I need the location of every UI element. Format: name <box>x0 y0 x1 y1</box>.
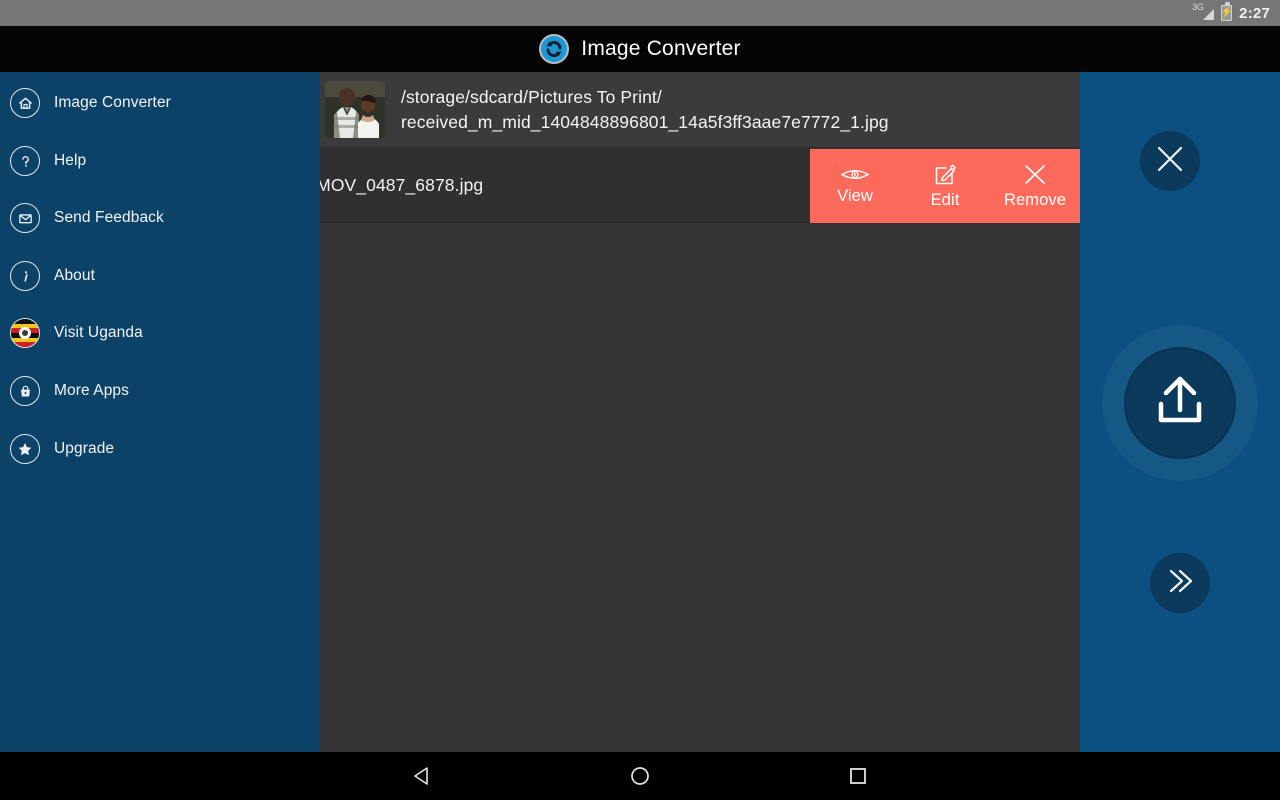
home-button[interactable] <box>616 752 664 800</box>
file-path: tures To Print/MOV_0487_6878.jpg <box>320 175 484 195</box>
pencil-square-icon <box>932 162 958 187</box>
sidebar-item-help[interactable]: Help <box>0 140 320 182</box>
next-button[interactable] <box>1150 553 1210 613</box>
status-bar-right: 3G ⚡ 2:27 <box>1192 2 1270 22</box>
network-type-label: 3G <box>1192 2 1204 12</box>
file-list-item[interactable]: /storage/sdcard/Pictures To Print/ recei… <box>320 72 1080 148</box>
remove-button-label: Remove <box>1003 191 1067 209</box>
sidebar-item-label: More Apps <box>54 382 129 399</box>
info-icon <box>10 261 40 291</box>
swipe-action-panel: View Edit Remove <box>810 149 1080 223</box>
back-triangle-icon <box>411 765 433 787</box>
close-x-icon <box>1022 162 1048 187</box>
close-x-icon <box>1153 142 1187 181</box>
file-path: /storage/sdcard/Pictures To Print/ recei… <box>401 85 889 135</box>
edit-button[interactable]: Edit <box>900 149 990 223</box>
sidebar-item-label: Visit Uganda <box>54 324 143 341</box>
view-button[interactable]: View <box>810 149 900 223</box>
back-button[interactable] <box>398 752 446 800</box>
sidebar-item-upgrade[interactable]: Upgrade <box>0 428 320 470</box>
sidebar-item-label: About <box>54 267 96 284</box>
double-chevron-right-icon <box>1163 566 1197 601</box>
recents-square-icon <box>847 765 869 787</box>
file-list: /storage/sdcard/Pictures To Print/ recei… <box>320 72 1080 752</box>
android-screen: 3G ⚡ 2:27 Image Converter Image Converte… <box>0 0 1280 800</box>
star-icon <box>10 434 40 464</box>
convert-arrows-icon <box>539 34 570 64</box>
sidebar-item-more-apps[interactable]: More Apps <box>0 370 320 412</box>
sidebar-item-label: Send Feedback <box>54 209 164 226</box>
shopping-bag-icon <box>10 376 40 406</box>
status-clock: 2:27 <box>1239 4 1270 22</box>
android-nav-bar <box>0 752 1280 800</box>
upload-arrow-icon <box>1149 372 1211 435</box>
sidebar-item-image-converter[interactable]: Image Converter <box>0 82 320 124</box>
home-icon <box>10 88 40 118</box>
eye-icon <box>840 166 870 183</box>
upload-convert-button[interactable] <box>1124 347 1236 459</box>
sidebar-item-label: Image Converter <box>54 94 171 111</box>
sidebar-item-visit-uganda[interactable]: Visit Uganda <box>0 312 320 354</box>
sidebar-item-label: Help <box>54 152 87 169</box>
remove-button[interactable]: Remove <box>990 149 1080 223</box>
envelope-icon <box>10 203 40 233</box>
file-path-line-2: received_m_mid_1404848896801_14a5f3ff3aa… <box>401 111 889 132</box>
app-title: Image Converter <box>581 37 741 60</box>
sidebar-item-send-feedback[interactable]: Send Feedback <box>0 197 320 239</box>
recents-button[interactable] <box>834 752 882 800</box>
app-bar: Image Converter <box>0 26 1280 72</box>
battery-charging-icon: ⚡ <box>1220 2 1233 21</box>
signal-icon: 3G <box>1192 2 1215 22</box>
charging-bolt-icon: ⚡ <box>1220 7 1233 18</box>
file-path-line-1: /storage/sdcard/Pictures To Print/ <box>401 86 662 107</box>
status-bar: 3G ⚡ 2:27 <box>0 0 1280 26</box>
navigation-drawer: Image Converter Help Send Feedback About… <box>0 72 320 752</box>
home-circle-icon <box>629 765 651 787</box>
sidebar-item-about[interactable]: About <box>0 255 320 297</box>
file-thumbnail <box>325 81 385 138</box>
view-button-label: View <box>837 187 873 205</box>
sidebar-item-label: Upgrade <box>54 440 115 457</box>
edit-button-label: Edit <box>930 191 960 209</box>
uganda-flag-icon <box>10 318 40 348</box>
file-list-item-swiped[interactable]: tures To Print/MOV_0487_6878.jpg View <box>320 149 1080 223</box>
question-mark-icon <box>10 146 40 176</box>
signal-bars-icon <box>1203 9 1215 20</box>
clear-all-button[interactable] <box>1140 131 1200 191</box>
action-panel <box>1080 72 1280 752</box>
